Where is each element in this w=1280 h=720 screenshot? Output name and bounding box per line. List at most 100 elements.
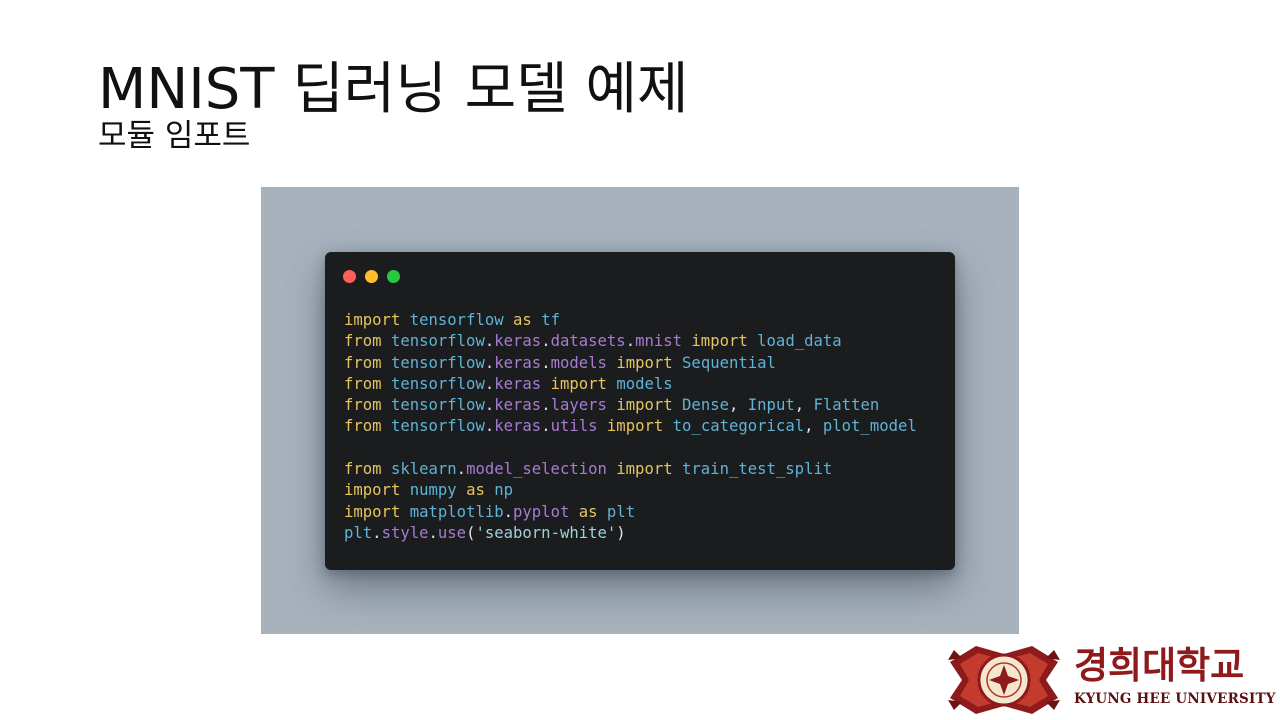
code-token: models [616, 374, 673, 393]
code-token: as [466, 481, 485, 500]
code-line: import matplotlib.pyplot as plt [344, 502, 917, 523]
code-line: from tensorflow.keras.layers import Dens… [344, 395, 917, 416]
code-token: . [541, 417, 551, 436]
code-token: . [541, 353, 551, 372]
code-token: import [616, 460, 673, 479]
close-dot-icon [343, 270, 356, 283]
code-token: keras [494, 417, 542, 436]
code-token: import [616, 396, 673, 415]
code-token: ) [616, 523, 626, 542]
university-emblem-icon [948, 646, 1060, 714]
code-token: layers [550, 396, 607, 415]
code-line: import numpy as np [344, 480, 917, 501]
code-token: . [372, 523, 382, 542]
code-token: tensorflow [390, 374, 485, 393]
code-token: numpy [409, 481, 457, 500]
code-token: np [494, 481, 514, 500]
university-logo: 경희대학교 KYUNG HEE UNIVERSITY [946, 640, 1275, 720]
slide-subtitle: 모듈 임포트 [98, 118, 251, 154]
code-token: import [616, 353, 673, 372]
code-token: Dense [682, 396, 729, 415]
code-token: tensorflow [409, 311, 504, 329]
code-token: tensorflow [390, 417, 485, 436]
code-token: import [606, 417, 664, 436]
code-token: . [484, 374, 495, 393]
code-token: from [344, 374, 382, 393]
code-line: from sklearn.model_selection import trai… [344, 459, 917, 480]
minimize-dot-icon [365, 270, 378, 283]
code-token: plt [344, 523, 373, 542]
code-token: tensorflow [390, 332, 485, 351]
code-token: plot_model [822, 417, 917, 436]
code-line: from tensorflow.keras.models import Sequ… [344, 353, 917, 374]
code-token: sklearn [390, 460, 457, 479]
code-line: from tensorflow.keras.datasets.mnist imp… [344, 331, 917, 352]
code-token: style [381, 523, 429, 542]
code-token: as [513, 311, 532, 329]
code-token: from [344, 332, 382, 351]
code-token: keras [494, 353, 542, 372]
code-token: Flatten [813, 396, 880, 415]
code-token: import [344, 502, 401, 521]
blank-code-line [344, 438, 917, 459]
code-token: matplotlib [409, 502, 504, 521]
code-block: import tensorflow as tf from tensorflow.k… [344, 310, 917, 544]
code-token: , [729, 396, 748, 415]
window-controls [343, 270, 400, 283]
code-token: . [625, 332, 636, 351]
code-token: from [344, 417, 382, 436]
code-token: . [541, 396, 551, 415]
code-token: . [484, 332, 495, 351]
code-token: to_categorical [672, 417, 805, 436]
code-token: . [484, 417, 495, 436]
code-token: from [344, 460, 382, 479]
code-token: . [484, 396, 495, 415]
code-token: 'seaborn-white' [475, 523, 617, 542]
code-token: . [456, 460, 467, 479]
code-token: import [344, 481, 401, 500]
maximize-dot-icon [387, 270, 400, 283]
code-token: models [550, 353, 607, 372]
code-token: Input [747, 396, 795, 415]
code-token: model_selection [466, 460, 607, 479]
code-token: plt [606, 502, 636, 521]
code-token: keras [494, 396, 542, 415]
code-token: load_data [757, 332, 842, 351]
code-token: use [437, 523, 467, 542]
code-token: pyplot [513, 502, 570, 521]
code-token: datasets [550, 332, 626, 351]
code-line: from tensorflow.keras import models [344, 374, 917, 395]
code-line: from tensorflow.keras.utils import to_ca… [344, 416, 917, 437]
code-token: . [484, 353, 495, 372]
code-token: keras [494, 374, 542, 393]
code-token: tensorflow [390, 353, 485, 372]
code-line: plt.style.use('seaborn-white') [344, 523, 917, 544]
code-window: import tensorflow as tf from tensorflow.k… [325, 252, 955, 570]
code-token: , [804, 417, 823, 436]
code-token: . [428, 523, 438, 542]
code-token: , [794, 396, 814, 415]
code-token: Sequential [682, 353, 776, 372]
code-token: from [344, 353, 382, 372]
code-token: tensorflow [390, 396, 485, 415]
code-token: train_test_split [682, 460, 833, 479]
